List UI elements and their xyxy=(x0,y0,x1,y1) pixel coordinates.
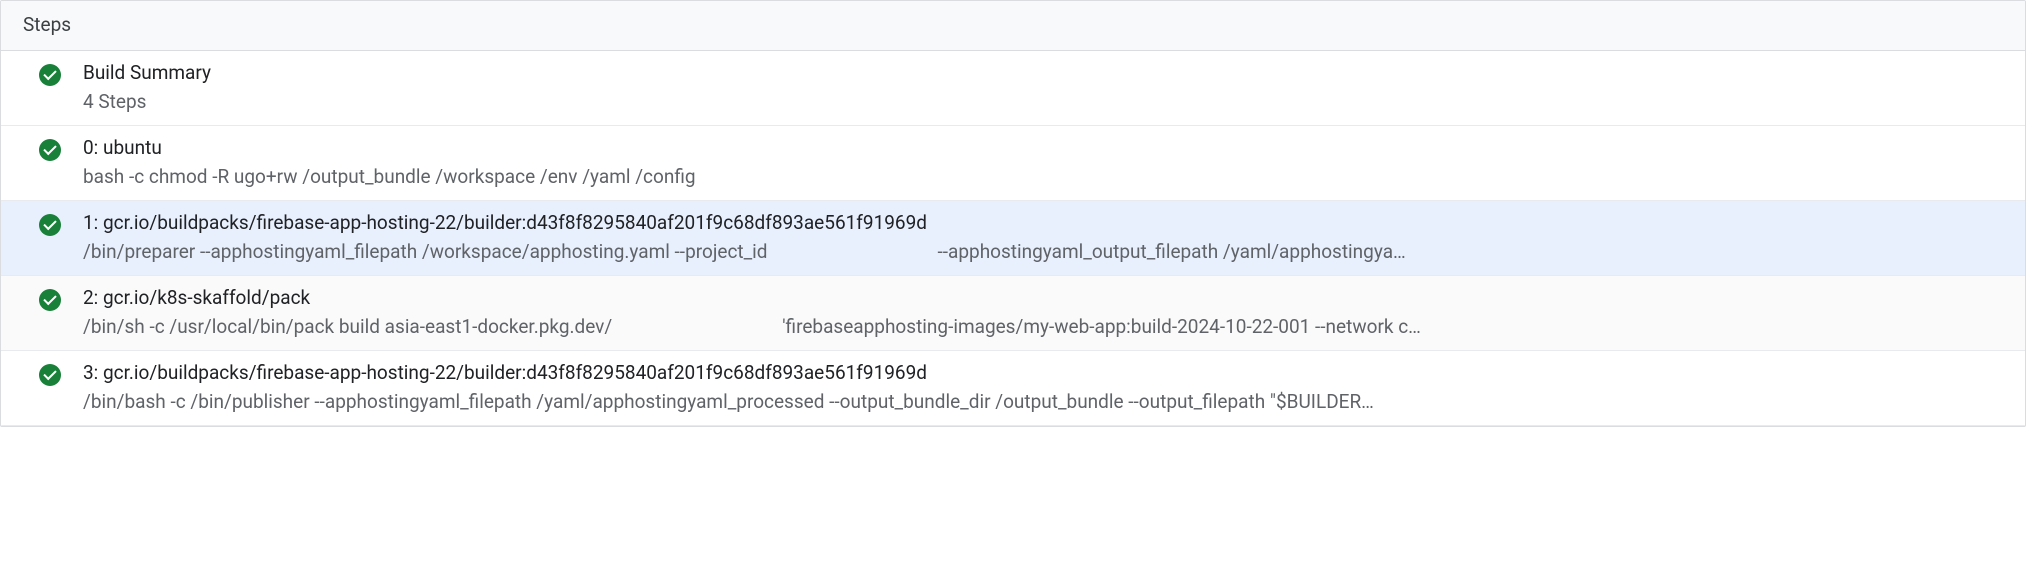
build-step-row[interactable]: 3: gcr.io/buildpacks/firebase-app-hostin… xyxy=(1,351,2025,426)
step-command-part-b: --apphostingyaml_output_filepath /yaml/a… xyxy=(938,240,1406,263)
build-steps-panel: Steps Build Summary 4 Steps 0: ubuntu ba… xyxy=(0,0,2026,427)
check-circle-icon xyxy=(39,214,61,236)
build-step-row[interactable]: 2: gcr.io/k8s-skaffold/pack /bin/sh -c /… xyxy=(1,276,2025,351)
step-command: /bin/bash -c /bin/publisher --apphosting… xyxy=(83,390,2005,413)
step-command: bash -c chmod -R ugo+rw /output_bundle /… xyxy=(83,165,2005,188)
step-command-part-b: 'firebaseapphosting-images/my-web-app:bu… xyxy=(782,315,1421,338)
step-command-part-a: /bin/sh -c /usr/local/bin/pack build asi… xyxy=(83,315,612,338)
row-content: 1: gcr.io/buildpacks/firebase-app-hostin… xyxy=(83,211,2005,263)
build-step-row[interactable]: 1: gcr.io/buildpacks/firebase-app-hostin… xyxy=(1,201,2025,276)
step-title: 1: gcr.io/buildpacks/firebase-app-hostin… xyxy=(83,211,2005,234)
steps-header: Steps xyxy=(1,1,2025,51)
check-circle-icon xyxy=(39,364,61,386)
step-command: /bin/sh -c /usr/local/bin/pack build asi… xyxy=(83,315,2005,338)
row-content: 0: ubuntu bash -c chmod -R ugo+rw /outpu… xyxy=(83,136,2005,188)
check-circle-icon xyxy=(39,64,61,86)
check-circle-icon xyxy=(39,139,61,161)
steps-header-label: Steps xyxy=(23,13,71,36)
check-circle-icon xyxy=(39,289,61,311)
row-content: 2: gcr.io/k8s-skaffold/pack /bin/sh -c /… xyxy=(83,286,2005,338)
step-command-part-a: /bin/preparer --apphostingyaml_filepath … xyxy=(83,240,768,263)
step-title: 0: ubuntu xyxy=(83,136,2005,159)
summary-subtitle: 4 Steps xyxy=(83,90,2005,113)
step-command: /bin/preparer --apphostingyaml_filepath … xyxy=(83,240,2005,263)
row-content: 3: gcr.io/buildpacks/firebase-app-hostin… xyxy=(83,361,2005,413)
step-title: 2: gcr.io/k8s-skaffold/pack xyxy=(83,286,2005,309)
step-title: 3: gcr.io/buildpacks/firebase-app-hostin… xyxy=(83,361,2005,384)
summary-title: Build Summary xyxy=(83,61,2005,84)
build-step-row[interactable]: 0: ubuntu bash -c chmod -R ugo+rw /outpu… xyxy=(1,126,2025,201)
row-content: Build Summary 4 Steps xyxy=(83,61,2005,113)
build-summary-row[interactable]: Build Summary 4 Steps xyxy=(1,51,2025,126)
